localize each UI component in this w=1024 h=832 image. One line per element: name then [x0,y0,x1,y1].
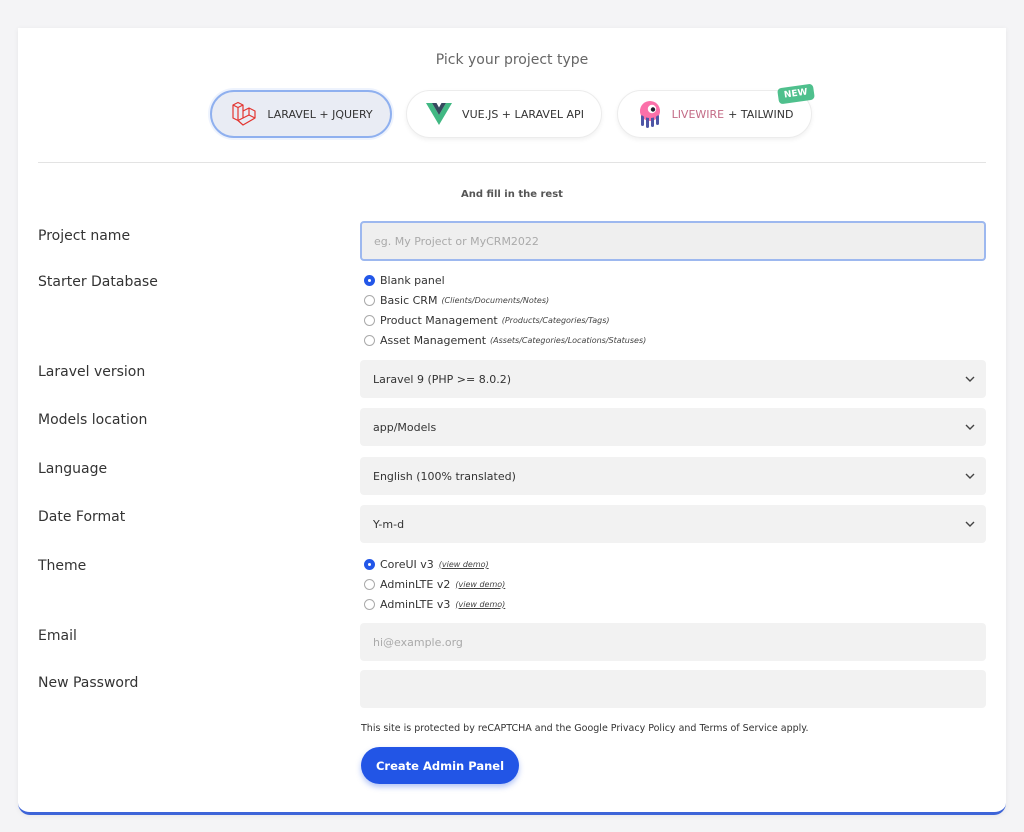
theme-adminlte-v3[interactable]: AdminLTE v3 (view demo) [364,594,505,614]
project-name-input[interactable] [360,221,986,261]
divider [38,162,986,163]
form-card: Pick your project type LARAVEL + JQUERY [18,28,1006,815]
new-password-input[interactable] [360,670,986,708]
select-value: Laravel 9 (PHP >= 8.0.2) [373,372,511,386]
radio-checked[interactable] [364,558,375,570]
starter-db-asset-management[interactable]: Asset Management (Assets/Categories/Loca… [364,330,646,350]
models-location-select[interactable]: app/Models [360,408,986,446]
project-type-laravel-jquery[interactable]: LARAVEL + JQUERY [210,90,392,138]
radio[interactable] [364,294,375,306]
theme-adminlte-v2[interactable]: AdminLTE v2 (view demo) [364,574,505,594]
view-demo-link[interactable]: (view demo) [455,580,505,589]
recaptcha-notice: This site is protected by reCAPTCHA and … [361,723,809,734]
page-title: Pick your project type [435,52,589,68]
radio[interactable] [364,598,375,610]
language-label: Language [38,461,108,477]
radio[interactable] [364,314,375,326]
starter-database-options: Blank panel Basic CRM (Clients/Documents… [364,270,646,350]
livewire-icon [636,99,664,129]
laravel-version-select[interactable]: Laravel 9 (PHP >= 8.0.2) [360,360,986,398]
project-type-label: VUE.JS + LARAVEL API [462,107,584,121]
date-format-select[interactable]: Y-m-d [360,505,986,543]
laravel-icon [229,99,259,129]
create-admin-panel-button[interactable]: Create Admin Panel [361,747,519,784]
chevron-down-icon [965,376,975,382]
section-subtitle: And fill in the rest [461,189,563,200]
new-password-label: New Password [38,675,139,691]
option-hint: (Assets/Categories/Locations/Statuses) [490,335,647,345]
option-label: Basic CRM [380,293,438,307]
laravel-version-label: Laravel version [38,364,146,380]
option-label: CoreUI v3 [380,557,434,571]
starter-db-basic-crm[interactable]: Basic CRM (Clients/Documents/Notes) [364,290,646,310]
chevron-down-icon [965,521,975,527]
option-label: Blank panel [380,273,445,287]
chevron-down-icon [965,424,975,430]
radio-checked[interactable] [364,274,375,286]
theme-options: CoreUI v3 (view demo) AdminLTE v2 (view … [364,554,505,614]
starter-db-blank-panel[interactable]: Blank panel [364,270,646,290]
radio[interactable] [364,578,375,590]
starter-database-label: Starter Database [38,274,158,290]
models-location-label: Models location [38,412,148,428]
starter-db-product-management[interactable]: Product Management (Products/Categories/… [364,310,646,330]
option-label: Product Management [380,313,498,327]
select-value: app/Models [373,420,437,434]
chevron-down-icon [965,473,975,479]
livewire-label: LIVEWIRE [671,107,725,121]
project-name-label: Project name [38,228,131,244]
select-value: English (100% translated) [373,469,516,483]
vue-icon [424,101,454,127]
language-select[interactable]: English (100% translated) [360,457,986,495]
project-type-label: LARAVEL + JQUERY [267,107,373,121]
theme-label: Theme [38,558,87,574]
theme-coreui-v3[interactable]: CoreUI v3 (view demo) [364,554,505,574]
option-hint: (Products/Categories/Tags) [501,315,610,325]
option-label: Asset Management [380,333,487,347]
email-input[interactable] [360,623,986,661]
select-value: Y-m-d [373,517,405,531]
option-hint: (Clients/Documents/Notes) [441,295,550,305]
radio[interactable] [364,334,375,346]
tailwind-label: + TAILWIND [728,107,794,121]
date-format-label: Date Format [38,509,126,525]
option-label: AdminLTE v2 [380,577,451,591]
view-demo-link[interactable]: (view demo) [439,560,489,569]
project-type-vue-laravel-api[interactable]: VUE.JS + LARAVEL API [406,90,602,138]
email-label: Email [38,628,77,644]
view-demo-link[interactable]: (view demo) [455,600,505,609]
option-label: AdminLTE v3 [380,597,451,611]
